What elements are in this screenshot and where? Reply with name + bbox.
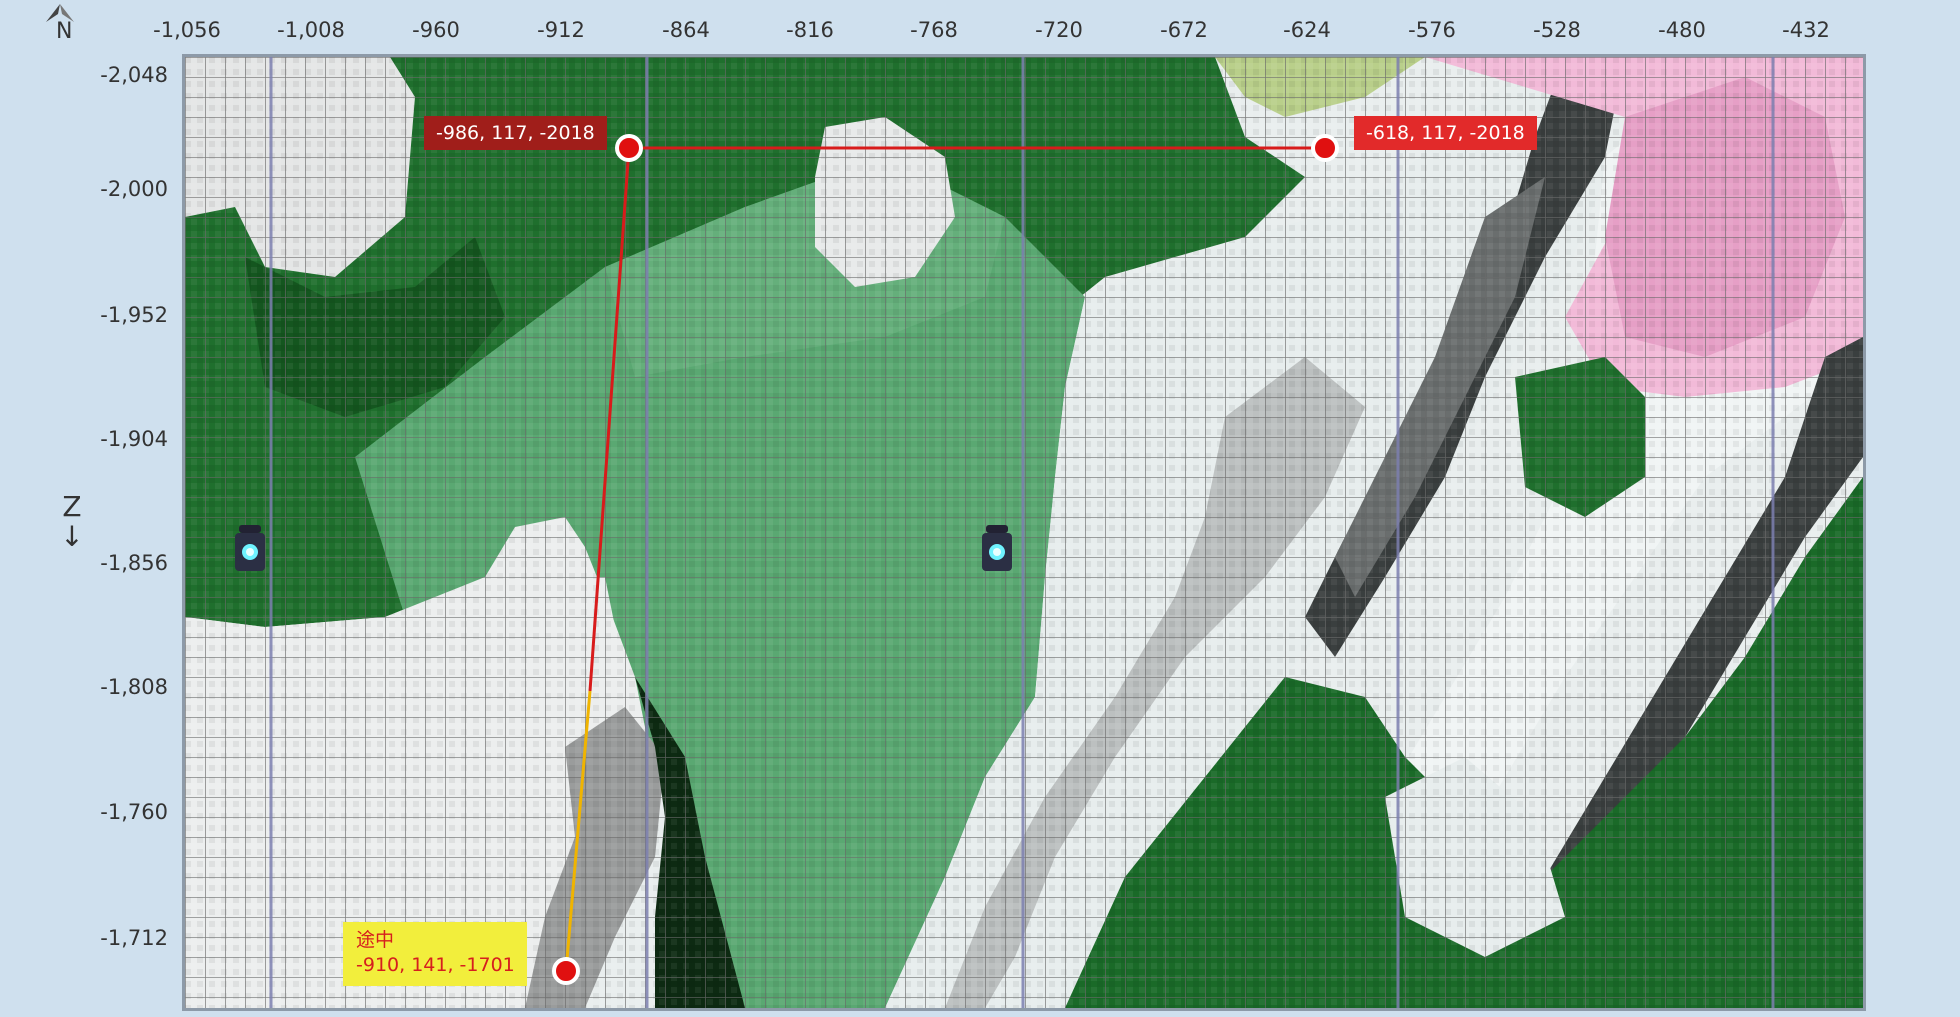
x-tick-label: -528: [1533, 18, 1581, 42]
down-arrow-icon: ↓: [60, 520, 84, 553]
z-tick-label: -1,808: [100, 675, 168, 699]
map-terrain: [185, 57, 1863, 1008]
x-tick-label: -432: [1782, 18, 1830, 42]
z-tick-label: -1,760: [100, 800, 168, 824]
waypoint-label-start[interactable]: -986, 117, -2018: [424, 116, 607, 150]
waypoint-marker-current: [552, 957, 580, 985]
waypoint-label-title: 途中: [356, 929, 395, 951]
x-tick-label: -576: [1408, 18, 1456, 42]
z-tick-label: -1,952: [100, 303, 168, 327]
x-tick-label: -960: [412, 18, 460, 42]
x-tick-label: -720: [1035, 18, 1083, 42]
x-tick-label: -1,008: [277, 18, 345, 42]
waypoint-label-end[interactable]: -618, 117, -2018: [1354, 116, 1537, 150]
waypoint-marker-start: [615, 134, 643, 162]
x-tick-label: -672: [1160, 18, 1208, 42]
x-tick-label: -816: [786, 18, 834, 42]
x-tick-label: -912: [537, 18, 585, 42]
map-canvas[interactable]: [182, 54, 1866, 1011]
x-tick-label: -768: [910, 18, 958, 42]
z-axis-letter: Z: [62, 490, 82, 523]
x-tick-label: -864: [662, 18, 710, 42]
waypoint-label-current[interactable]: 途中 -910, 141, -1701: [343, 922, 527, 986]
x-tick-label: -480: [1658, 18, 1706, 42]
z-tick-label: -1,904: [100, 427, 168, 451]
north-arrow-icon: N: [46, 4, 74, 44]
x-tick-label: -1,056: [153, 18, 221, 42]
z-tick-label: -1,712: [100, 926, 168, 950]
z-axis-label: Z ↓: [56, 492, 88, 552]
z-tick-label: -2,048: [100, 63, 168, 87]
waypoint-marker-end: [1311, 134, 1339, 162]
z-tick-label: -2,000: [100, 177, 168, 201]
north-label: N: [56, 19, 72, 44]
z-tick-label: -1,856: [100, 551, 168, 575]
x-tick-label: -624: [1283, 18, 1331, 42]
waypoint-label-coords: -910, 141, -1701: [356, 954, 515, 976]
